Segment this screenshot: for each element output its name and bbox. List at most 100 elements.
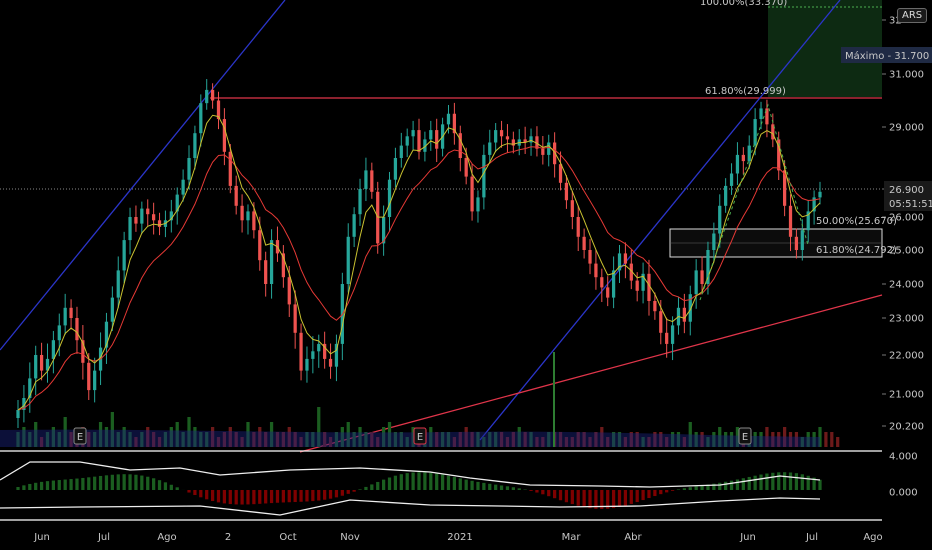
- oscillator-bar: [653, 490, 657, 497]
- oscillator-bar: [16, 487, 20, 490]
- candle-body: [541, 148, 545, 155]
- oscillator-bar: [311, 490, 315, 502]
- candle-body: [558, 164, 563, 183]
- price-tick-label: 23.000: [889, 314, 924, 325]
- oscillator-bar: [81, 477, 85, 490]
- oscillator-bar: [51, 480, 56, 490]
- candle-body: [505, 136, 510, 140]
- time-tick-label: Abr: [624, 532, 642, 543]
- oscillator-bar: [128, 474, 132, 490]
- oscillator-bar: [34, 482, 38, 490]
- earnings-marker: E: [73, 427, 87, 445]
- candle-body: [429, 130, 433, 140]
- oscillator-bar: [423, 472, 427, 490]
- candle-body: [529, 136, 533, 143]
- candle-body: [606, 287, 610, 298]
- candle-body: [39, 355, 44, 371]
- oscillator-bar: [800, 474, 804, 490]
- oscillator-bar: [611, 490, 616, 509]
- candle-body: [499, 130, 504, 137]
- candle-body: [51, 340, 56, 359]
- candle-body: [93, 370, 97, 391]
- candle-body: [718, 205, 722, 234]
- oscillator-tick-label: 0.000: [889, 488, 918, 499]
- candle-body: [665, 332, 669, 344]
- candle-body: [63, 307, 67, 326]
- candle-body: [747, 145, 751, 162]
- candle-body: [205, 89, 209, 104]
- volume-bar: [836, 437, 840, 447]
- oscillator-bar: [511, 487, 515, 490]
- earnings-marker-label: E: [417, 432, 423, 443]
- candle-body: [234, 185, 238, 206]
- candle-body: [399, 145, 403, 158]
- oscillator-bar: [370, 484, 374, 490]
- candle-body: [788, 205, 793, 237]
- oscillator-bar: [246, 490, 250, 505]
- oscillator-bar: [452, 477, 457, 490]
- currency-badge[interactable]: ARS: [897, 8, 928, 23]
- candle-body: [659, 311, 663, 333]
- oscillator-bar: [22, 485, 26, 490]
- oscillator-bar: [647, 490, 651, 499]
- candle-body: [140, 208, 144, 224]
- oscillator-bar: [635, 490, 639, 503]
- oscillator-bar: [553, 490, 557, 499]
- oscillator-bar: [358, 489, 362, 490]
- candle-body: [729, 173, 734, 186]
- oscillator-bar: [724, 481, 728, 490]
- time-tick-label: 2: [225, 532, 231, 543]
- oscillator-bar: [665, 490, 669, 493]
- volume-bar: [824, 432, 828, 447]
- oscillator-bar: [676, 489, 681, 490]
- candle-body: [358, 189, 362, 215]
- oscillator-bar: [777, 472, 781, 490]
- oscillator-bar: [364, 486, 368, 490]
- earnings-marker: E: [413, 427, 427, 445]
- volume-bar: [830, 432, 834, 447]
- candle-body: [446, 113, 451, 125]
- candle-body: [794, 236, 799, 250]
- oscillator-bar: [281, 490, 285, 503]
- oscillator-bar: [782, 472, 787, 490]
- fib-level-label: 100.00%(33.370): [700, 0, 787, 8]
- time-tick-label: 2021: [447, 532, 472, 543]
- oscillator-bar: [818, 479, 822, 490]
- candle-body: [346, 236, 350, 284]
- candle-body: [482, 154, 486, 198]
- candle-body: [387, 179, 392, 217]
- oscillator-bar: [45, 481, 50, 490]
- oscillator-bar: [794, 473, 799, 490]
- candle-body: [122, 240, 126, 271]
- candle-body: [287, 277, 291, 305]
- oscillator-bar: [806, 475, 810, 490]
- oscillator-bar: [28, 483, 32, 490]
- fib-level-label: 50.00%(25.670): [816, 216, 897, 227]
- candle-body: [582, 236, 586, 250]
- oscillator-bar: [435, 473, 439, 490]
- oscillator-tick-label: 4.000: [889, 452, 918, 463]
- oscillator-bar: [735, 479, 740, 490]
- time-tick-label: Jul: [97, 532, 110, 543]
- oscillator-bar: [499, 485, 504, 490]
- oscillator-bar: [747, 476, 751, 490]
- oscillator-bar: [323, 490, 327, 500]
- price-chart[interactable]: E E E20.20021.00022.00023.00024.00025.0002…: [0, 0, 932, 550]
- candle-body: [317, 343, 321, 352]
- oscillator-bar: [163, 482, 168, 490]
- oscillator-bar: [210, 490, 215, 502]
- oscillator-bar: [529, 490, 533, 491]
- oscillator-bar: [252, 490, 256, 505]
- candle-body: [252, 211, 256, 231]
- oscillator-bar: [334, 490, 339, 498]
- oscillator-bar: [440, 474, 445, 490]
- oscillator-bar: [240, 490, 244, 505]
- candle-body: [311, 351, 315, 359]
- time-tick-label: Ago: [157, 532, 176, 543]
- candle-body: [364, 170, 368, 189]
- price-tick-label: 24.000: [889, 280, 924, 291]
- oscillator-bar: [682, 488, 686, 490]
- oscillator-bar: [564, 490, 569, 503]
- oscillator-bar: [393, 475, 398, 490]
- oscillator-bar: [729, 480, 734, 490]
